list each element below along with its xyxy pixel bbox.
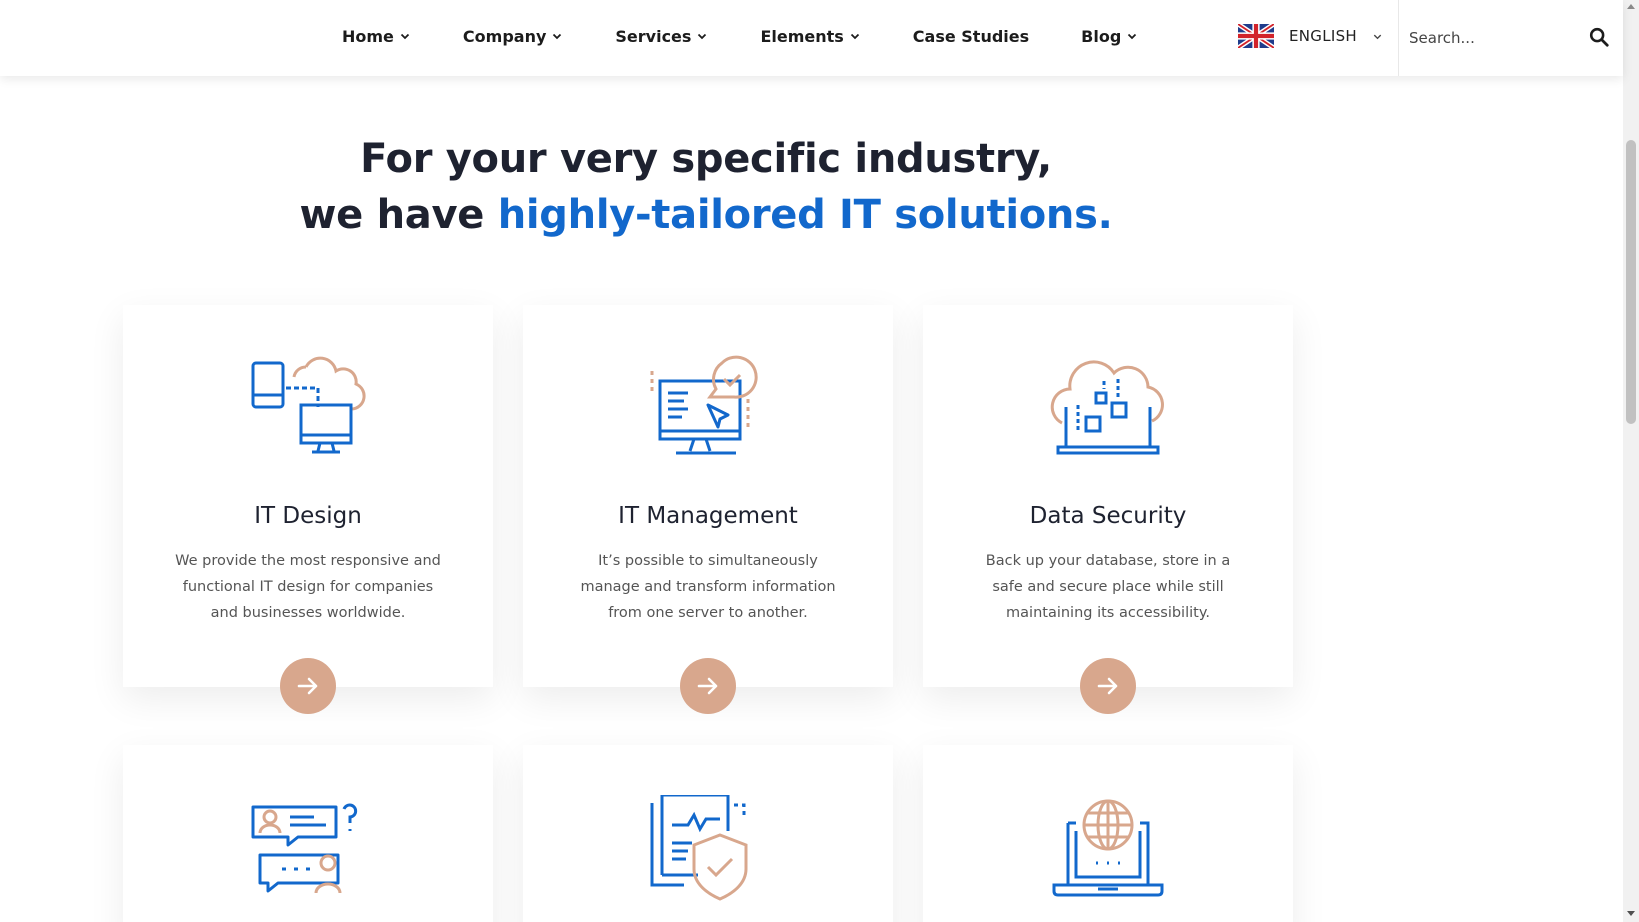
chat-support-icon	[251, 803, 358, 894]
site-header: Home Company Services Elements Case Stud…	[0, 0, 1623, 76]
chevron-down-icon	[400, 33, 410, 40]
service-card-data-security: Data Security Back up your database, sto…	[923, 305, 1293, 714]
language-selector[interactable]: ENGLISH	[1238, 22, 1383, 50]
monitor-chat-cursor-icon	[650, 355, 758, 455]
language-label: ENGLISH	[1289, 27, 1358, 45]
laptop-globe-icon	[1052, 799, 1164, 897]
arrow-right-icon	[297, 677, 318, 695]
uk-flag-icon	[1238, 24, 1274, 48]
main-nav: Home Company Services Elements Case Stud…	[342, 0, 1190, 72]
service-card-protection	[523, 745, 893, 922]
nav-item-label: Elements	[760, 26, 844, 46]
nav-item-label: Company	[462, 26, 547, 46]
search-input[interactable]	[1409, 29, 1569, 47]
nav-item-elements[interactable]: Elements	[760, 27, 860, 46]
card-title: IT Design	[254, 503, 362, 529]
nav-item-case-studies[interactable]: Case Studies	[913, 27, 1029, 46]
chevron-down-icon	[1373, 34, 1382, 39]
nav-item-blog[interactable]: Blog	[1081, 27, 1138, 46]
heading-line-2-prefix: we have	[299, 192, 498, 238]
heading-accent-text: highly-tailored IT solutions.	[497, 192, 1113, 238]
scroll-up-arrow-icon[interactable]	[1627, 4, 1635, 9]
card-arrow-button[interactable]	[680, 658, 736, 714]
card-description: Back up your database, store in a safe a…	[985, 553, 1231, 621]
section-heading: For your very specific industry, we have…	[0, 131, 1412, 243]
card-arrow-button[interactable]	[280, 658, 336, 714]
nav-item-home[interactable]: Home	[342, 27, 411, 46]
heading-line-1: For your very specific industry,	[360, 136, 1052, 182]
card-title: IT Management	[618, 503, 798, 529]
chevron-down-icon	[698, 33, 707, 40]
card-arrow-button[interactable]	[1080, 658, 1136, 714]
card-title: Data Security	[1029, 503, 1187, 529]
page-scrollbar[interactable]	[1623, 0, 1639, 922]
document-shield-icon	[650, 795, 748, 901]
service-card-support	[123, 745, 493, 922]
chevron-down-icon	[850, 33, 859, 40]
cloud-laptop-data-icon	[1050, 360, 1164, 455]
service-card-it-design: IT Design We provide the most responsive…	[123, 305, 493, 714]
nav-item-label: Services	[615, 26, 692, 46]
arrow-right-icon	[1097, 677, 1118, 695]
nav-item-label: Case Studies	[912, 26, 1030, 46]
nav-item-company[interactable]: Company	[463, 27, 563, 46]
scrollbar-thumb[interactable]	[1626, 140, 1636, 424]
nav-item-label: Blog	[1081, 26, 1122, 46]
card-description: We provide the most responsive and funct…	[175, 553, 441, 621]
search-icon[interactable]	[1588, 26, 1610, 48]
arrow-right-icon	[697, 677, 718, 695]
chevron-down-icon	[1128, 33, 1137, 40]
service-card-it-management: IT Management It’s possible to simultane…	[523, 305, 893, 714]
scroll-down-arrow-icon[interactable]	[1627, 911, 1635, 916]
chevron-down-icon	[553, 33, 562, 40]
search-box	[1398, 0, 1623, 76]
nav-item-services[interactable]: Services	[615, 27, 708, 46]
devices-cloud-icon	[251, 356, 366, 454]
service-card-web	[923, 745, 1293, 922]
nav-item-label: Home	[342, 26, 394, 46]
card-description: It’s possible to simultaneously manage a…	[580, 553, 836, 621]
